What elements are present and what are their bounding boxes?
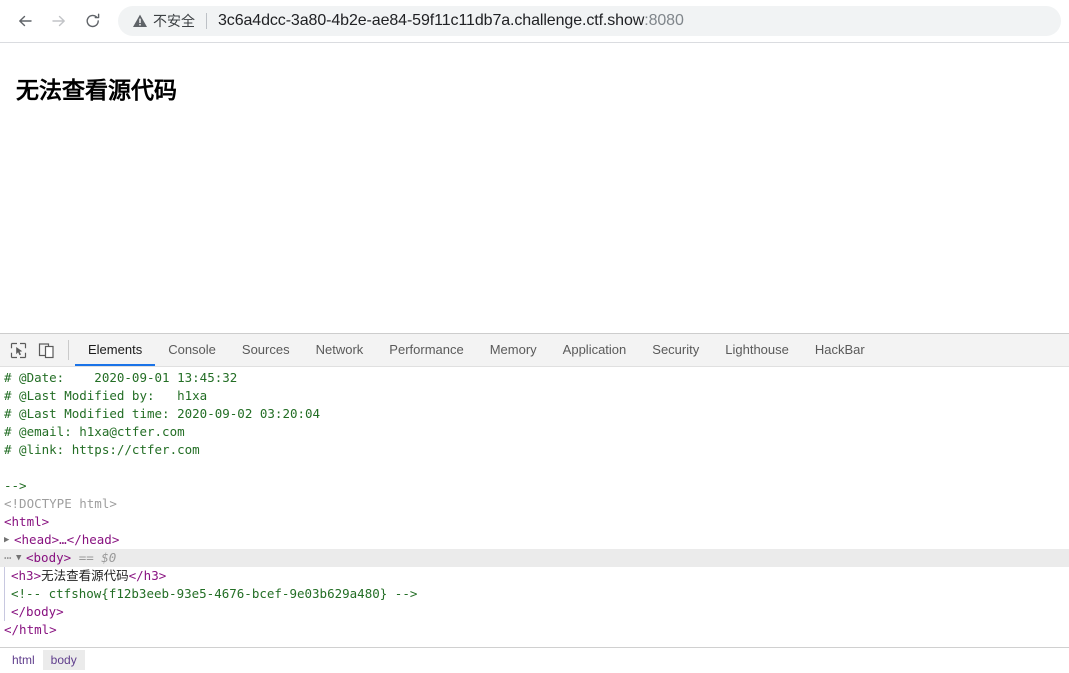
flag-comment-text: <!-- ctfshow{f12b3eeb-93e5-4676-bcef-9e0… (11, 586, 418, 601)
page-title: 无法查看源代码 (16, 78, 177, 104)
tab-sources[interactable]: Sources (229, 334, 303, 366)
inspect-element-icon (10, 342, 27, 359)
head-collapsed-tag: <head>…</head> (14, 532, 120, 547)
collapse-arrow-icon[interactable]: ▼ (16, 549, 26, 567)
html-close-tag: </html> (4, 622, 57, 637)
page-viewport: 无法查看源代码 (0, 43, 1069, 333)
tab-performance[interactable]: Performance (376, 334, 476, 366)
omnibox-divider (206, 13, 207, 29)
tab-hackbar[interactable]: HackBar (802, 334, 878, 366)
comment-text: # @Last Modified time: 2020-09-02 03:20:… (4, 406, 321, 421)
tab-network[interactable]: Network (303, 334, 377, 366)
dom-line-comment-modified-by: # @Last Modified by: h1xa (0, 387, 1069, 405)
reload-icon (83, 11, 103, 31)
dom-line-comment-date: # @Date: 2020-09-01 13:45:32 (0, 369, 1069, 387)
warning-triangle-icon (132, 13, 148, 29)
toolbar-separator (68, 340, 69, 360)
dom-line-comment-email: # @email: h1xa@ctfer.com (0, 423, 1069, 441)
dom-line-comment-link: # @link: https://ctfer.com (0, 441, 1069, 459)
comment-close-text: --> (4, 478, 27, 493)
dom-line-blank (0, 459, 1069, 477)
doctype-text: <!DOCTYPE html> (4, 496, 117, 511)
browser-toolbar: 不安全 3c6a4dcc-3a80-4b2e-ae84-59f11c11db7a… (0, 0, 1069, 43)
security-status-chip[interactable]: 不安全 (132, 11, 195, 31)
address-bar[interactable]: 不安全 3c6a4dcc-3a80-4b2e-ae84-59f11c11db7a… (118, 6, 1061, 36)
tab-console[interactable]: Console (155, 334, 229, 366)
dom-tree[interactable]: # @Date: 2020-09-01 13:45:32 # @Last Mod… (0, 367, 1069, 647)
h3-close-tag: </h3> (128, 568, 167, 583)
indent-guide (4, 567, 5, 585)
tab-application[interactable]: Application (550, 334, 640, 366)
tab-security[interactable]: Security (639, 334, 712, 366)
dom-line-html-open[interactable]: <html> (0, 513, 1069, 531)
h3-open-tag: <h3> (11, 568, 42, 583)
indent-guide (4, 585, 5, 603)
selected-node-marker: == $0 (78, 550, 117, 565)
dom-line-html-close: </html> (0, 621, 1069, 639)
devtools-toolbar: Elements Console Sources Network Perform… (0, 334, 1069, 367)
tab-memory[interactable]: Memory (477, 334, 550, 366)
dom-line-doctype: <!DOCTYPE html> (0, 495, 1069, 513)
inspect-element-button[interactable] (4, 334, 32, 366)
arrow-left-icon (15, 11, 35, 31)
breadcrumb-item-body[interactable]: body (42, 650, 85, 670)
device-toolbar-button[interactable] (32, 334, 60, 366)
breadcrumb-item-html[interactable]: html (4, 650, 43, 670)
device-toolbar-icon (38, 342, 55, 359)
tab-lighthouse[interactable]: Lighthouse (712, 334, 802, 366)
html-open-tag: <html> (4, 514, 50, 529)
dom-line-body-open[interactable]: ⋯ ▼ <body> == $0 (0, 549, 1069, 567)
dom-line-body-close: </body> (0, 603, 1069, 621)
comment-text: # @Date: 2020-09-01 13:45:32 (4, 370, 238, 385)
url-host: 3c6a4dcc-3a80-4b2e-ae84-59f11c11db7a.cha… (218, 12, 645, 29)
dom-line-head[interactable]: ▶ <head>…</head> (0, 531, 1069, 549)
url-port: :8080 (644, 12, 684, 29)
forward-button[interactable] (42, 4, 76, 38)
body-close-tag: </body> (11, 604, 64, 619)
more-options-icon[interactable]: ⋯ (4, 549, 16, 567)
comment-text: # @email: h1xa@ctfer.com (4, 424, 185, 439)
indent-guide (4, 603, 5, 621)
dom-line-comment-modified-time: # @Last Modified time: 2020-09-02 03:20:… (0, 405, 1069, 423)
dom-line-h3[interactable]: <h3> 无法查看源代码 </h3> (0, 567, 1069, 585)
security-status-label: 不安全 (153, 13, 195, 29)
comment-text: # @link: https://ctfer.com (4, 442, 200, 457)
dom-line-flag-comment[interactable]: <!-- ctfshow{f12b3eeb-93e5-4676-bcef-9e0… (0, 585, 1069, 603)
devtools-tab-strip: Elements Console Sources Network Perform… (75, 334, 1069, 366)
body-open-tag: <body> (26, 550, 72, 565)
url-text[interactable]: 3c6a4dcc-3a80-4b2e-ae84-59f11c11db7a.cha… (218, 12, 684, 30)
dom-line-comment-close: --> (0, 477, 1069, 495)
expand-arrow-icon[interactable]: ▶ (4, 531, 14, 549)
devtools-panel: Elements Console Sources Network Perform… (0, 333, 1069, 672)
breadcrumb: html body (0, 647, 1069, 672)
tab-elements[interactable]: Elements (75, 334, 156, 366)
reload-button[interactable] (76, 4, 110, 38)
h3-text-node: 无法查看源代码 (41, 568, 129, 583)
back-button[interactable] (8, 4, 42, 38)
comment-text: # @Last Modified by: h1xa (4, 388, 208, 403)
arrow-right-icon (49, 11, 69, 31)
